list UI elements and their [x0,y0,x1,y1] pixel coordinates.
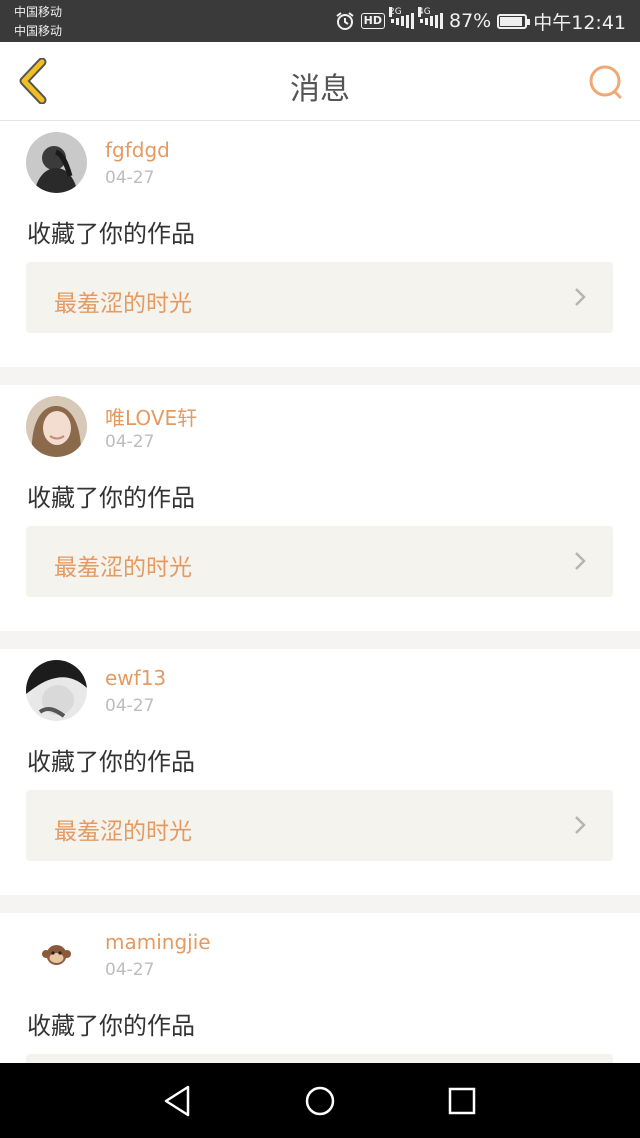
username-link[interactable]: 唯LOVE轩 [105,402,197,431]
status-icons: HD 2G 4G 87% 中午12:41 [329,7,626,34]
carrier-label: 中国移动 [14,5,63,19]
work-link[interactable]: 最羞涩的时光 [26,790,613,861]
message-text: 收藏了你的作品 [27,220,195,248]
status-bar: 中国移动 中国移动 HD 2G 4G 87% 中午12:41 [0,0,640,42]
avatar[interactable] [26,132,87,193]
carrier-label: 中国移动 [14,24,63,38]
avatar[interactable] [26,396,87,457]
battery-percent: 87% [449,10,492,32]
message-text: 收藏了你的作品 [27,748,195,776]
username-link[interactable]: fgfdgd [105,138,170,162]
message-card: 唯LOVE轩 04-27 收藏了你的作品 最羞涩的时光 [0,385,640,631]
hd-icon: HD [360,13,385,29]
back-triangle-icon [164,1085,190,1117]
recents-square-icon [448,1087,476,1115]
battery-icon [497,13,531,29]
system-nav-bar [0,1063,640,1138]
message-date: 04-27 [105,696,155,716]
avatar[interactable] [26,924,87,985]
work-title: 最羞涩的时光 [54,819,192,845]
message-list[interactable]: fgfdgd 04-27 收藏了你的作品 最羞涩的时光 唯LOVE轩 04-27… [0,121,640,1063]
avatar[interactable] [26,660,87,721]
message-date: 04-27 [105,960,155,980]
work-link[interactable] [26,1054,613,1063]
signal-icon: 4G [418,7,443,29]
message-card: mamingjie 04-27 收藏了你的作品 [0,913,640,1063]
work-link[interactable]: 最羞涩的时光 [26,526,613,597]
work-link[interactable]: 最羞涩的时光 [26,262,613,333]
work-title: 最羞涩的时光 [54,291,192,317]
chevron-right-icon [575,288,586,306]
username-link[interactable]: ewf13 [105,666,166,690]
carrier-info: 中国移动 中国移动 [14,3,62,41]
message-date: 04-27 [105,168,155,188]
message-text: 收藏了你的作品 [27,1012,195,1040]
system-home-button[interactable] [300,1081,340,1121]
work-title: 最羞涩的时光 [54,555,192,581]
search-button[interactable] [586,62,626,102]
message-card: fgfdgd 04-27 收藏了你的作品 最羞涩的时光 [0,121,640,367]
system-recents-button[interactable] [442,1081,482,1121]
system-back-button[interactable] [158,1081,198,1121]
search-icon [589,65,622,99]
clock: 中午12:41 [533,11,626,34]
alarm-icon [335,11,355,31]
network-type-label: 4G [418,7,431,17]
chevron-right-icon [575,816,586,834]
chevron-right-icon [575,552,586,570]
message-text: 收藏了你的作品 [27,484,195,512]
home-circle-icon [305,1086,335,1116]
network-type-label: 2G [389,7,402,17]
username-link[interactable]: mamingjie [105,930,211,954]
page-title: 消息 [290,72,350,107]
signal-icon: 2G [389,7,414,29]
message-date: 04-27 [105,432,155,452]
message-card: ewf13 04-27 收藏了你的作品 最羞涩的时光 [0,649,640,895]
nav-bar: 消息 [0,42,640,121]
